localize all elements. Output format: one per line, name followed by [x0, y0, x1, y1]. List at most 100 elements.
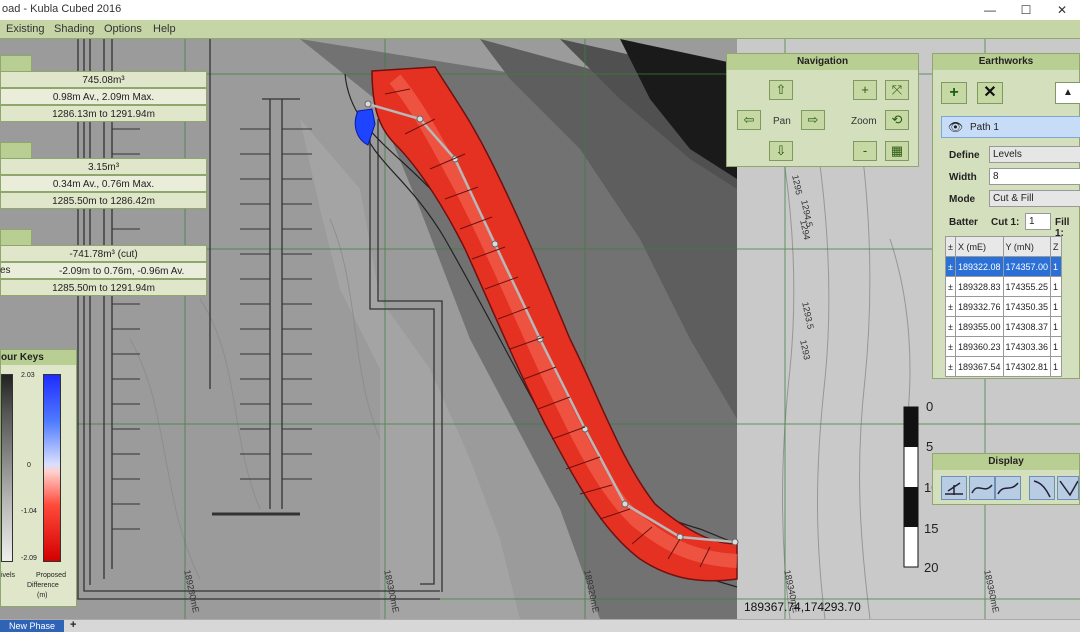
cell-z[interactable]: 1 [1050, 356, 1062, 377]
scale-tick: 20 [924, 560, 939, 575]
zoom-in-button[interactable]: + [853, 80, 877, 100]
maximize-button[interactable]: ☐ [1008, 0, 1044, 20]
minimize-button[interactable]: — [972, 0, 1008, 20]
pan-left-button[interactable]: ⇦ [737, 110, 761, 130]
add-earthwork-button[interactable]: + [941, 82, 967, 104]
menu-shading[interactable]: Shading [54, 23, 94, 35]
pan-up-button[interactable]: ⇧ [769, 80, 793, 100]
cell-y[interactable]: 174357.00 [1002, 256, 1052, 277]
col-header-z[interactable]: Z [1050, 236, 1062, 257]
cell-z[interactable]: 1 [1050, 296, 1062, 317]
cell-x[interactable]: 189355.00 [954, 316, 1004, 337]
add-phase-button[interactable]: + [70, 619, 76, 631]
col-header-x[interactable]: X (mE) [954, 236, 1004, 257]
menu-options[interactable]: Options [104, 23, 142, 35]
info-panel-3-range: 1285.50m to 1291.94m [0, 279, 207, 296]
menu-bar: Existing Shading Options Help [0, 20, 1080, 39]
mode-select[interactable]: Cut & Fill [989, 190, 1080, 207]
colour-key-difference-label: Difference [27, 582, 59, 589]
zoom-label: Zoom [851, 116, 877, 127]
row-adjust-button[interactable]: ± [945, 336, 956, 357]
rotate-view-button[interactable]: ⟲ [885, 110, 909, 130]
grid-toggle-button[interactable]: ▦ [885, 141, 909, 161]
zoom-fit-button[interactable]: ⤧ [885, 80, 909, 100]
row-adjust-button[interactable]: ± [945, 296, 956, 317]
cell-y[interactable]: 174308.37 [1002, 316, 1052, 337]
cell-x[interactable]: 189322.08 [954, 256, 1004, 277]
cell-z[interactable]: 1 [1050, 256, 1062, 277]
pan-right-button[interactable]: ⇨ [801, 110, 825, 130]
width-label: Width [949, 172, 977, 183]
cell-z[interactable]: 1 [1050, 336, 1062, 357]
terrain-3d-icon [1033, 480, 1051, 498]
cell-x[interactable]: 189367.54 [954, 356, 1004, 377]
cell-y[interactable]: 174350.35 [1002, 296, 1052, 317]
info-panel-1-volume: 745.08m³ [0, 71, 207, 88]
col-header-y[interactable]: Y (mN) [1002, 236, 1052, 257]
earthworks-title: Earthworks [933, 54, 1079, 70]
zoom-out-button[interactable]: - [853, 141, 877, 161]
row-adjust-button[interactable]: ± [945, 256, 956, 277]
scale-tick: 0 [926, 399, 934, 414]
info-panel-3-header [0, 229, 32, 246]
cell-x[interactable]: 189360.23 [954, 336, 1004, 357]
section-view-icon [971, 484, 993, 494]
table-row[interactable]: ± 189322.08 174357.00 1 [945, 256, 1062, 277]
width-input[interactable]: 8 [989, 168, 1080, 185]
cell-y[interactable]: 174303.36 [1002, 336, 1052, 357]
path-list-item[interactable]: 👁 Path 1 [941, 116, 1080, 138]
info-panel-1-depth: 0.98m Av., 2.09m Max. [0, 88, 207, 105]
pan-down-button[interactable]: ⇩ [769, 141, 793, 161]
cell-z[interactable]: 1 [1050, 276, 1062, 297]
table-row[interactable]: ± 189332.76 174350.35 1 [945, 296, 1062, 317]
display-3d-button[interactable] [1029, 476, 1055, 500]
display-plan-button[interactable] [941, 476, 967, 500]
earthworks-panel: Earthworks + ✕ ▲ 👁 Path 1 Define Levels … [932, 53, 1080, 379]
display-title: Display [933, 454, 1079, 470]
colour-key-tick: -1.04 [21, 508, 37, 515]
info-panel-2-volume: 3.15m³ [0, 158, 207, 175]
cursor-coordinate: 189367.74,174293.70 [744, 600, 861, 614]
display-panel: Display [932, 453, 1080, 505]
row-adjust-button[interactable]: ± [945, 276, 956, 297]
info-panel-1-header [0, 55, 32, 72]
window-titlebar: oad - Kubla Cubed 2016 — ☐ ✕ [0, 0, 1080, 21]
menu-existing[interactable]: Existing [6, 23, 45, 35]
phase-tab[interactable]: New Phase [0, 620, 64, 632]
display-section-button[interactable] [969, 476, 995, 500]
display-slope-button[interactable] [1057, 476, 1079, 500]
col-header-adjust: ± [945, 236, 956, 257]
cut-ratio-input[interactable]: 1 [1025, 213, 1051, 230]
define-select[interactable]: Levels [989, 146, 1080, 163]
cell-y[interactable]: 174302.81 [1002, 356, 1052, 377]
info-panel-2-depth: 0.34m Av., 0.76m Max. [0, 175, 207, 192]
row-adjust-button[interactable]: ± [945, 316, 956, 337]
display-profile-button[interactable] [995, 476, 1021, 500]
path-points-table[interactable]: ± X (mE) Y (mN) Z ± 189322.08 174357.00 … [945, 236, 1062, 377]
profile-view-icon [997, 482, 1019, 495]
window-title: oad - Kubla Cubed 2016 [2, 3, 122, 15]
delete-earthwork-button[interactable]: ✕ [977, 82, 1003, 104]
cell-y[interactable]: 174355.25 [1002, 276, 1052, 297]
cell-x[interactable]: 189328.83 [954, 276, 1004, 297]
table-row[interactable]: ± 189367.54 174302.81 1 [945, 356, 1062, 377]
path-name: Path 1 [970, 122, 999, 133]
table-row[interactable]: ± 189360.23 174303.36 1 [945, 336, 1062, 357]
menu-help[interactable]: Help [153, 23, 176, 35]
table-header-row: ± X (mE) Y (mN) Z [945, 236, 1062, 257]
scale-bar [903, 406, 919, 568]
cell-x[interactable]: 189332.76 [954, 296, 1004, 317]
info-panel-3-depth: -2.09m to 0.76m, -0.96m Av. [0, 262, 207, 279]
collapse-button[interactable]: ▲ [1055, 82, 1080, 104]
difference-colour-bar [43, 374, 61, 562]
eye-icon[interactable]: 👁 [948, 120, 963, 134]
colour-key-tick: 0 [27, 462, 31, 469]
slope-icon [1059, 480, 1079, 497]
scale-tick: 5 [926, 439, 934, 454]
row-adjust-button[interactable]: ± [945, 356, 956, 377]
colour-key-proposed-label: Proposed [36, 572, 66, 579]
cell-z[interactable]: 1 [1050, 316, 1062, 337]
table-row[interactable]: ± 189355.00 174308.37 1 [945, 316, 1062, 337]
close-button[interactable]: ✕ [1044, 0, 1080, 20]
table-row[interactable]: ± 189328.83 174355.25 1 [945, 276, 1062, 297]
